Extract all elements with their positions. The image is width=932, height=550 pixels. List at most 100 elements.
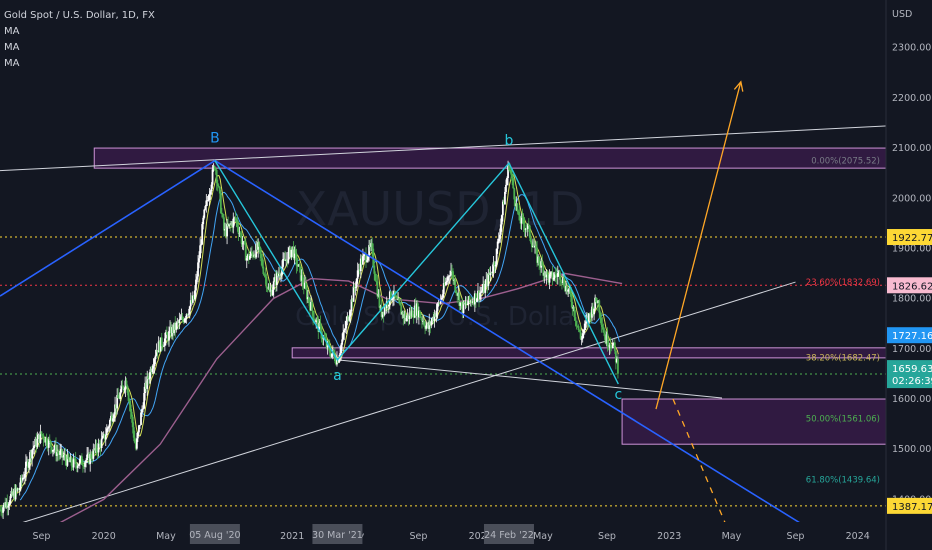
- candle-body: [430, 321, 433, 326]
- time-tick-label: 2024: [846, 531, 870, 542]
- candle-body: [101, 435, 104, 439]
- wave-label-B: B: [210, 131, 220, 147]
- candle-body: [495, 248, 498, 265]
- time-tick-label: Sep: [33, 531, 51, 542]
- candle-body: [264, 274, 267, 277]
- projection-arrow-up[interactable]: [655, 81, 742, 410]
- candle-body: [420, 317, 422, 319]
- candle-body: [497, 238, 500, 242]
- candle-body: [345, 321, 348, 329]
- candle-body: [480, 291, 482, 293]
- candle-body: [42, 435, 45, 441]
- price-tag-label: 1922.77: [892, 233, 932, 244]
- indicator-ma-3[interactable]: MA: [4, 56, 155, 72]
- candle-body: [76, 465, 79, 469]
- candle-body: [602, 327, 605, 333]
- candle-body: [67, 454, 70, 460]
- candle-body: [522, 217, 525, 225]
- candle-body: [40, 431, 43, 435]
- symbol-title[interactable]: Gold Spot / U.S. Dollar, 1D, FX: [4, 8, 155, 24]
- candle-body: [294, 249, 297, 254]
- candle-body: [201, 224, 204, 245]
- candle-body: [138, 425, 140, 433]
- candle-body: [354, 287, 357, 289]
- candle-body: [211, 169, 214, 185]
- candle-body: [511, 174, 514, 179]
- candle-body: [8, 503, 11, 506]
- candle-body: [100, 438, 103, 449]
- candle-body: [213, 166, 216, 170]
- candle-body: [505, 184, 507, 192]
- candle-body: [32, 447, 35, 450]
- candle-body: [575, 320, 578, 326]
- candle-body: [84, 462, 86, 467]
- countdown-label: 02:26:39: [892, 376, 932, 387]
- candle-body: [248, 256, 251, 260]
- candle-body: [558, 271, 561, 280]
- zone-box-1[interactable]: [291, 347, 887, 359]
- price-tick-label: 2300.00: [892, 43, 931, 54]
- candle-body: [298, 264, 301, 267]
- candle-body: [187, 313, 190, 315]
- candle-body: [263, 273, 266, 275]
- candle-body: [468, 296, 471, 302]
- candle-body: [282, 259, 284, 267]
- candle-body: [541, 261, 544, 266]
- candle-body: [344, 328, 347, 331]
- candle-body: [387, 304, 390, 307]
- indicator-ma-2[interactable]: MA: [4, 40, 155, 56]
- zone-box-0[interactable]: [93, 147, 887, 169]
- time-highlight-label: 24 Feb '22: [484, 530, 534, 541]
- candle-body: [494, 264, 497, 267]
- candle-body: [184, 318, 187, 320]
- candle-body: [371, 243, 374, 249]
- candle-body: [366, 260, 368, 262]
- indicator-ma-1[interactable]: MA: [4, 24, 155, 40]
- candle-body: [232, 218, 235, 228]
- candle-body: [529, 237, 532, 243]
- candle-body: [349, 311, 352, 317]
- fib-level-label: 50.00%(1561.06): [806, 415, 880, 425]
- candle-body: [179, 319, 182, 320]
- price-tick-label: 2000.00: [892, 193, 931, 204]
- candle-body: [77, 464, 80, 466]
- candle-body: [271, 289, 274, 296]
- candle-body: [262, 266, 265, 274]
- candle-body: [243, 241, 246, 245]
- candle-body: [287, 251, 290, 263]
- candle-body: [64, 454, 67, 460]
- time-tick-label: Sep: [410, 531, 428, 542]
- time-tick-label: Sep: [598, 531, 616, 542]
- candle-body: [23, 474, 26, 478]
- candle-body: [330, 353, 333, 357]
- wave-label-c: c: [614, 387, 622, 403]
- candle-body: [162, 345, 165, 347]
- price-tick-label: 1500.00: [892, 444, 931, 455]
- candle-body: [301, 275, 304, 284]
- candle-body: [45, 437, 48, 446]
- candle-body: [70, 457, 73, 466]
- candle-body: [119, 392, 122, 399]
- candle-body: [560, 279, 562, 282]
- candle-body: [582, 330, 585, 334]
- candle-body: [405, 317, 408, 322]
- candle-body: [508, 165, 510, 170]
- candle-body: [113, 414, 115, 419]
- candle-body: [217, 186, 220, 188]
- candle-body: [208, 194, 211, 201]
- candle-body: [460, 302, 463, 304]
- candle-body: [9, 496, 12, 504]
- candle-body: [356, 270, 359, 279]
- candle-body: [240, 234, 243, 244]
- candle-body: [528, 225, 531, 238]
- candle-body: [535, 245, 537, 249]
- candle-body: [601, 324, 604, 328]
- candle-body: [153, 359, 156, 367]
- candle-body: [53, 449, 55, 451]
- price-tick-label: 2100.00: [892, 143, 931, 154]
- price-chart[interactable]: XAUUSD, 1D Gold Spot / U.S. Dollar 0.00%…: [0, 0, 932, 550]
- time-tick-label: Sep: [787, 531, 805, 542]
- candle-body: [28, 462, 30, 468]
- candle-body: [399, 302, 402, 306]
- candle-body: [97, 442, 100, 453]
